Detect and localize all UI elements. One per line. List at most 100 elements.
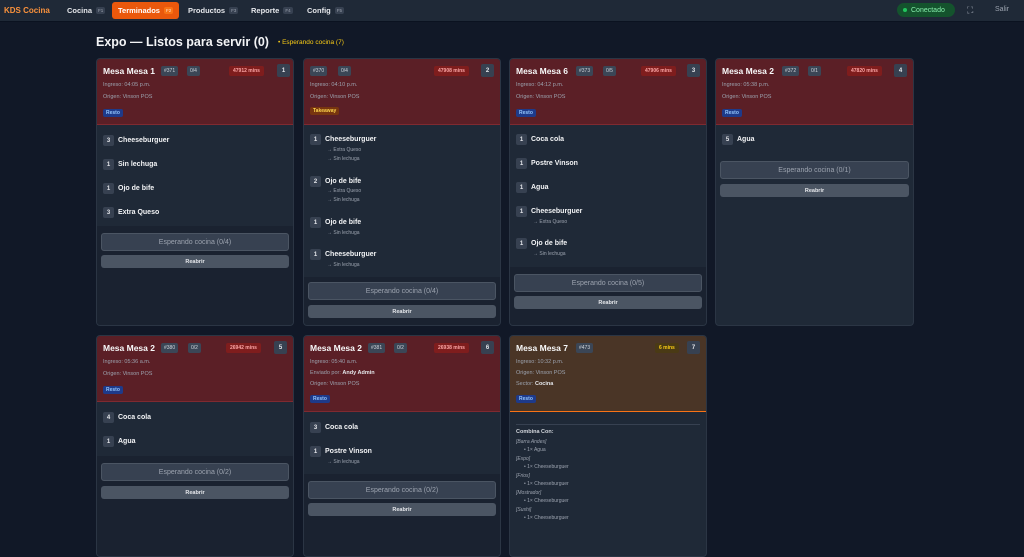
- waiting-kitchen-button[interactable]: Esperando cocina (0/4): [308, 282, 496, 300]
- item-quantity: 3: [310, 422, 321, 433]
- order-item: 1 Ojo de bife: [103, 183, 154, 194]
- order-item: 3 Cheeseburguer: [103, 135, 169, 146]
- waiting-kitchen-button[interactable]: Esperando cocina (0/2): [101, 463, 289, 481]
- entry-time: Ingreso: 04:05 p.m.: [103, 82, 151, 88]
- item-name: Extra Queso: [118, 209, 160, 216]
- combina-con-title: Combina Con:: [516, 429, 554, 435]
- item-modifier: → Sin lechuga: [327, 156, 360, 162]
- station-item: • 1× Cheeseburguer: [524, 498, 569, 504]
- item-quantity: 1: [103, 183, 114, 194]
- item-quantity: 1: [103, 436, 114, 447]
- order-number-badge: #473: [576, 343, 594, 353]
- item-quantity: 3: [103, 207, 114, 218]
- item-name: Coca cola: [531, 136, 565, 143]
- nav-tab-config[interactable]: Config F5: [301, 2, 350, 19]
- elapsed-time-badge: 47908 mins: [434, 66, 469, 76]
- fullscreen-icon[interactable]: ⛶: [967, 5, 973, 16]
- item-name: Sin lechuga: [118, 161, 158, 168]
- item-name: Cheeseburguer: [118, 137, 170, 144]
- table-name: Mesa Mesa 1: [103, 66, 155, 76]
- logout-link[interactable]: Salir: [995, 6, 1009, 13]
- entry-time: Ingreso: 04:10 p.m.: [310, 82, 358, 88]
- item-modifier: → Sin lechuga: [327, 197, 360, 203]
- item-name: Ojo de bife: [118, 185, 155, 192]
- item-quantity: 1: [516, 206, 527, 217]
- order-number-badge: #381: [368, 343, 386, 353]
- station-name: [Sushi]: [516, 507, 532, 513]
- order-card-footer: Esperando cocina (0/4) Reabrir: [304, 277, 500, 325]
- station-item: • 1× Cheeseburguer: [524, 481, 569, 487]
- elapsed-time-badge: 26938 mins: [434, 343, 469, 353]
- card-position-badge: 6: [481, 341, 494, 354]
- order-card: Mesa Mesa 7 #473 6 mins 7 Ingreso: 10:32…: [509, 335, 707, 557]
- order-type-tag: Resto: [103, 386, 123, 394]
- connection-status-badge: Conectado: [897, 3, 955, 17]
- nav-tab-reporte[interactable]: Reporte F4: [245, 2, 299, 19]
- reopen-button[interactable]: Reabrir: [101, 486, 289, 499]
- item-name: Cheeseburguer: [531, 208, 583, 215]
- progress-badge: 0/4: [187, 66, 200, 76]
- nav-tab-label: Cocina: [67, 6, 93, 15]
- nav-tab-productos[interactable]: Productos F3: [182, 2, 244, 19]
- order-type-tag: Resto: [722, 109, 742, 117]
- item-modifier: → Extra Queso: [327, 147, 362, 153]
- progress-badge: 0/4: [338, 66, 351, 76]
- sector: Sector: Cocina: [516, 381, 553, 387]
- order-item: 1 Agua: [516, 182, 549, 193]
- nav-tab-terminados[interactable]: Terminados F2: [112, 2, 180, 19]
- station-item: • 1× Cheeseburguer: [524, 464, 569, 470]
- order-origin: Origen: Vinson POS: [516, 94, 566, 100]
- table-name: Mesa Mesa 6: [516, 66, 568, 76]
- item-name: Coca cola: [118, 414, 152, 421]
- item-name: Cheeseburguer: [325, 251, 377, 258]
- order-item: 1 Cheeseburguer: [516, 206, 582, 217]
- item-quantity: 1: [310, 249, 321, 260]
- nav-tab-label: Productos: [188, 6, 226, 15]
- item-quantity: 1: [516, 158, 527, 169]
- order-origin: Origen: Vinson POS: [103, 371, 153, 377]
- order-type-tag: Resto: [310, 395, 330, 403]
- station-name: [Expo]: [516, 456, 531, 462]
- order-card: Mesa Mesa 2 #380 0/2 26942 mins 5 Ingres…: [96, 335, 294, 557]
- item-quantity: 1: [310, 217, 321, 228]
- item-name: Postre Vinson: [325, 448, 372, 455]
- entry-time: Ingreso: 10:32 p.m.: [516, 359, 564, 365]
- reopen-button[interactable]: Reabrir: [514, 296, 702, 309]
- item-modifier: → Sin lechuga: [327, 459, 360, 465]
- sector-value: Cocina: [534, 381, 554, 387]
- order-card: Mesa Mesa 2 #381 0/2 26938 mins 6 Ingres…: [303, 335, 501, 557]
- order-type-tag: Resto: [103, 109, 123, 117]
- item-name: Postre Vinson: [531, 160, 578, 167]
- waiting-kitchen-button[interactable]: Esperando cocina (0/2): [308, 481, 496, 499]
- nav-tab-label: Config: [307, 6, 331, 15]
- waiting-kitchen-button[interactable]: Esperando cocina (0/4): [101, 233, 289, 251]
- order-card-footer: Esperando cocina (0/2) Reabrir: [304, 474, 500, 556]
- reopen-button[interactable]: Reabrir: [308, 305, 496, 318]
- item-quantity: 4: [103, 412, 114, 423]
- order-type-tag: Takeaway: [310, 107, 340, 115]
- order-number-badge: #380: [161, 343, 179, 353]
- order-number-badge: #371: [161, 66, 179, 76]
- order-number-badge: #373: [576, 66, 594, 76]
- item-quantity: 2: [310, 176, 321, 187]
- waiting-kitchen-button[interactable]: Esperando cocina (0/1): [720, 161, 909, 179]
- elapsed-time-badge: 47906 mins: [641, 66, 676, 76]
- station-name: [Barra Andes]: [516, 439, 547, 445]
- item-quantity: 1: [516, 134, 527, 145]
- reopen-button[interactable]: Reabrir: [720, 184, 909, 197]
- item-name: Coca cola: [325, 424, 359, 431]
- reopen-button[interactable]: Reabrir: [308, 503, 496, 516]
- order-card-header: Mesa Mesa 2 #381 0/2 26938 mins 6 Ingres…: [304, 336, 500, 412]
- item-modifier: → Extra Queso: [327, 188, 362, 194]
- order-item: 1 Ojo de bife: [310, 217, 361, 228]
- app-brand: KDS Cocina: [4, 6, 50, 15]
- reopen-button[interactable]: Reabrir: [101, 255, 289, 268]
- item-modifier: → Sin lechuga: [327, 230, 360, 236]
- waiting-kitchen-button[interactable]: Esperando cocina (0/5): [514, 274, 702, 292]
- item-name: Ojo de bife: [531, 240, 568, 247]
- progress-badge: 0/1: [808, 66, 821, 76]
- nav-tab-cocina[interactable]: Cocina F1: [61, 2, 111, 19]
- order-item: 1 Ojo de bife: [516, 238, 567, 249]
- status-dot-icon: [903, 8, 907, 12]
- order-card-header: Mesa Mesa 7 #473 6 mins 7 Ingreso: 10:32…: [510, 336, 706, 412]
